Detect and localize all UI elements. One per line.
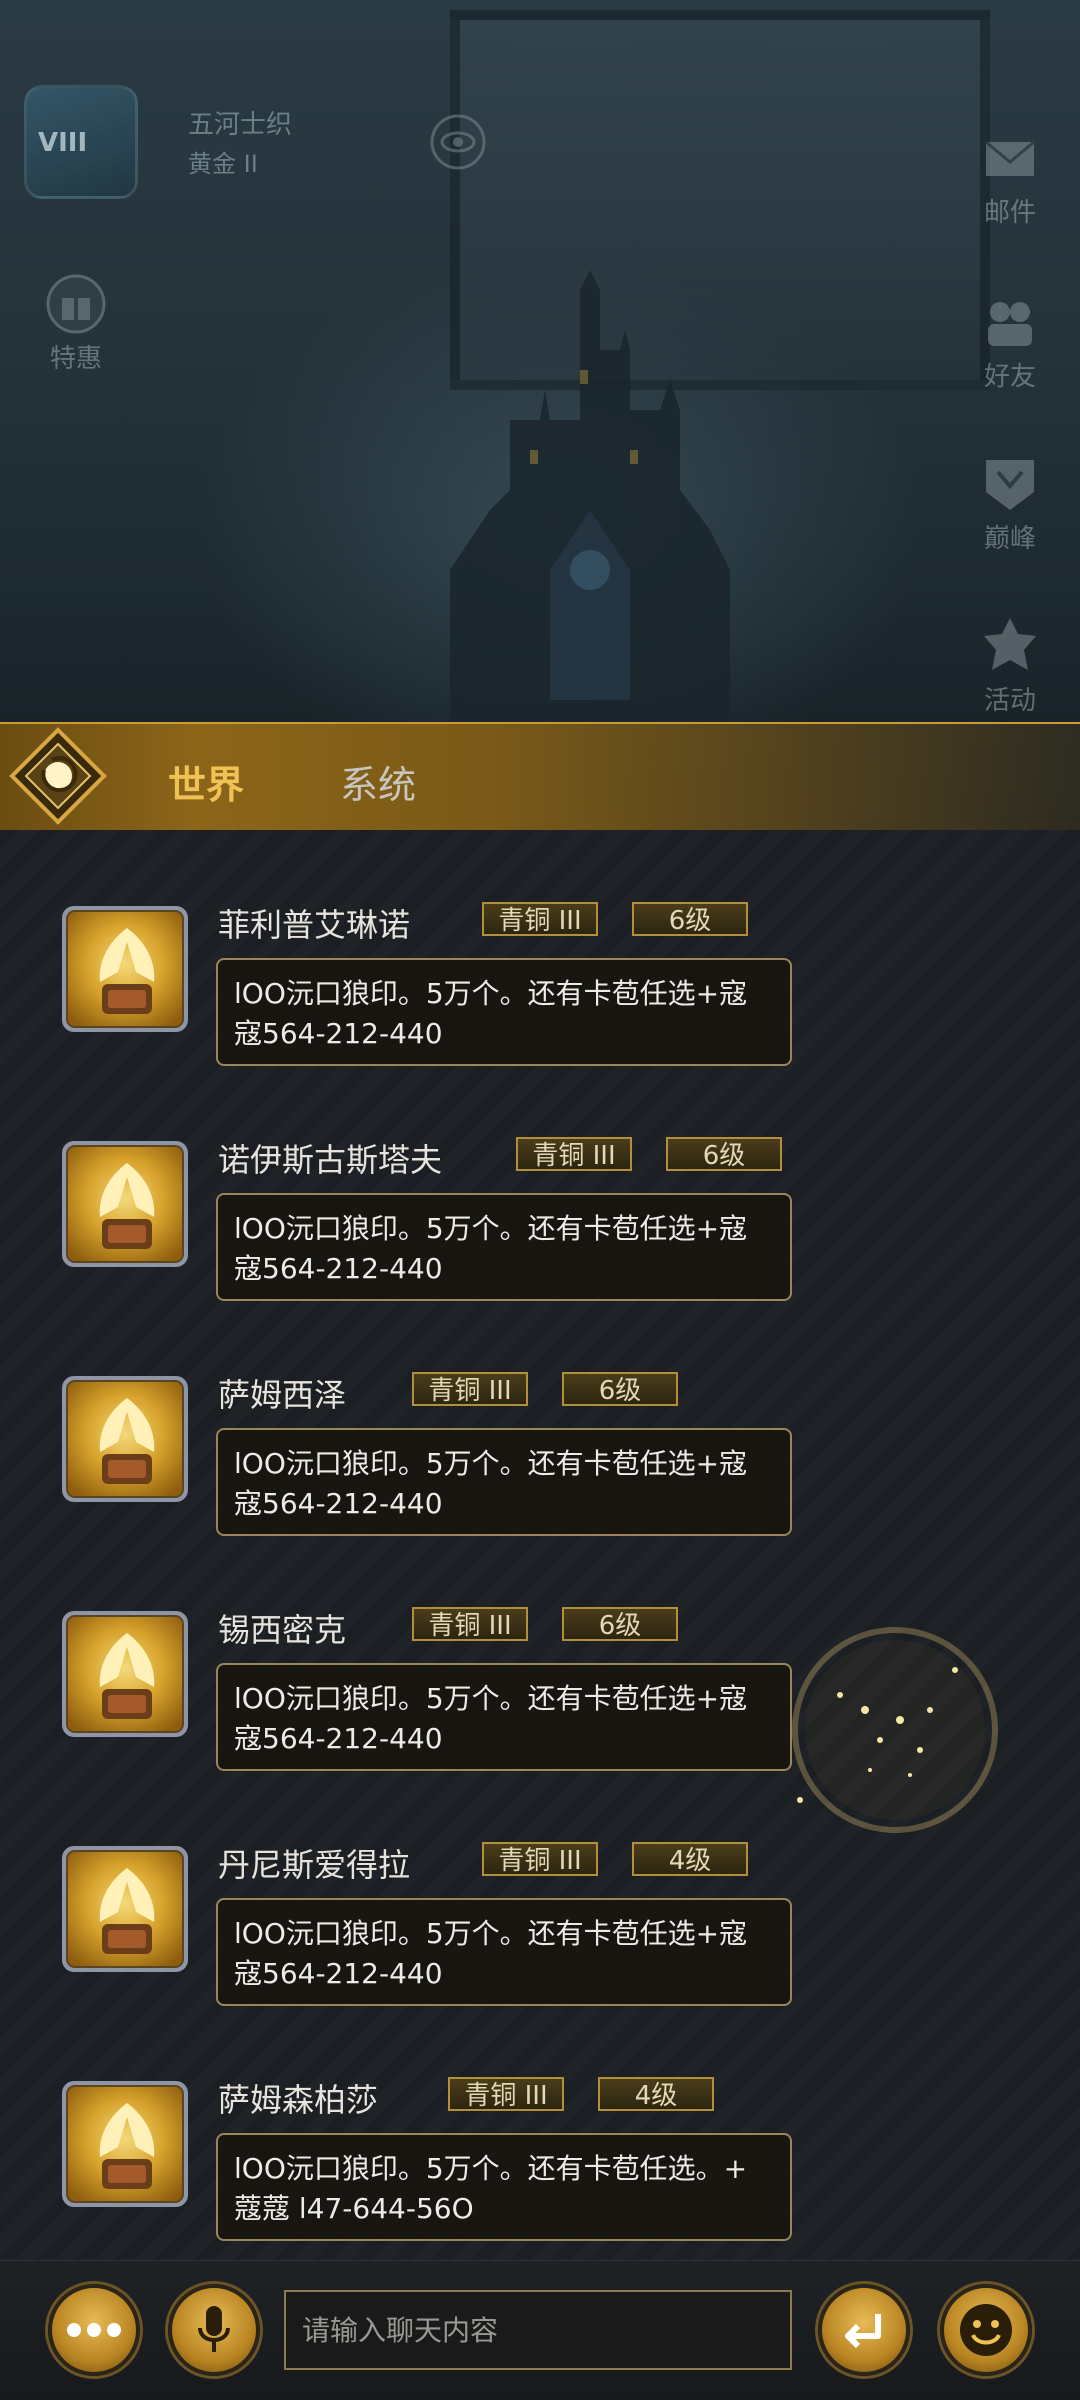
side-button-mail[interactable]: 邮件 [960,126,1060,236]
sender-avatar[interactable] [62,1376,188,1502]
chat-message: 菲利普艾琳诺 青铜 III 6级 lOO沅口狼印。5万个。还有卡苞任选+寇 寇5… [0,860,1080,1070]
sender-avatar[interactable] [62,2081,188,2207]
message-bubble: lOO沅口狼印。5万个。还有卡苞任选+寇 寇564-212-440 [216,1898,792,2006]
friends-icon [988,302,1032,346]
side-button-label: 好友 [983,362,1036,392]
level-badge: 6级 [666,1137,782,1171]
mail-icon [985,140,1035,176]
sender-avatar[interactable] [62,906,188,1032]
chat-message: 诺伊斯古斯塔夫 青铜 III 6级 lOO沅口狼印。5万个。还有卡苞任选+寇 寇… [0,1095,1080,1305]
tab-world[interactable]: 世界 [168,754,244,809]
sender-name: 锡西密克 [218,1611,347,1649]
rank-badge: 青铜 III [412,1607,528,1641]
message-bubble: lOO沅口狼印。5万个。还有卡苞任选+寇 寇564-212-440 [216,1193,792,1301]
microphone-icon [198,2306,230,2352]
peak-icon [986,460,1034,510]
sender-avatar[interactable] [62,1846,188,1972]
message-text-line: 寇564-212-440 [234,1017,443,1050]
sender-name: 菲利普艾琳诺 [218,906,411,944]
sender-name: 丹尼斯爱得拉 [218,1846,411,1884]
rank-badge: 青铜 III [412,1372,528,1406]
message-bubble: lOO沅口狼印。5万个。还有卡苞任选+寇 寇564-212-440 [216,1428,792,1536]
side-button-friends[interactable]: 好友 [960,290,1060,400]
message-text-line: lOO沅口狼印。5万个。还有卡苞任选+寇 [234,1212,748,1245]
rank-badge: 青铜 III [482,1842,598,1876]
message-text-line: lOO沅口狼印。5万个。还有卡苞任选+寇 [234,1917,748,1950]
castle-silhouette [450,270,730,770]
sender-avatar[interactable] [62,1141,188,1267]
message-bubble: lOO沅口狼印。5万个。还有卡苞任选+寇 寇564-212-440 [216,1663,792,1771]
voice-button[interactable] [168,2284,260,2376]
event-icon [984,618,1036,670]
eye-icon[interactable] [428,112,488,172]
hooded-figure-icon [99,1398,155,1484]
level-badge: 6级 [562,1607,678,1641]
level-badge: 6级 [632,902,748,936]
send-icon [845,2314,881,2349]
vip-badge-text: VIII [38,128,88,158]
message-text-line: 蔻蔻 l47-644-56O [234,2192,474,2225]
gift-icon [46,274,106,334]
hooded-figure-icon [99,1633,155,1719]
side-button-label: 特惠 [49,344,102,374]
message-text-line: lOO沅口狼印。5万个。还有卡苞任选+寇 [234,1447,748,1480]
message-text-line: lOO沅口狼印。5万个。还有卡苞任选+寇 [234,1682,748,1715]
message-text-line: 寇564-212-440 [234,1487,443,1520]
hooded-figure-icon [99,1868,155,1954]
message-text-line: 寇564-212-440 [234,1722,443,1755]
message-text-line: 寇564-212-440 [234,1957,443,1990]
channel-emblem-icon[interactable] [8,726,108,826]
chat-message: 萨姆西泽 青铜 III 6级 lOO沅口狼印。5万个。还有卡苞任选+寇 寇564… [0,1330,1080,1540]
message-text-line: lOO沅口狼印。5万个。还有卡苞任选+寇 [234,977,748,1010]
side-button-label: 活动 [983,686,1036,716]
chat-message-list[interactable]: 菲利普艾琳诺 青铜 III 6级 lOO沅口狼印。5万个。还有卡苞任选+寇 寇5… [0,830,1080,2260]
side-button-special-offer[interactable]: 特惠 [26,272,126,382]
more-button[interactable] [48,2284,140,2376]
sender-name: 萨姆西泽 [218,1376,347,1414]
hooded-figure-icon [99,2103,155,2189]
chat-screen: VIII 五河士织 黄金 II 特惠 邮件 好友 巅峰 活动 世界 系统 菲利普… [0,0,1080,2400]
chat-input-field[interactable] [284,2290,792,2370]
level-badge: 4级 [598,2077,714,2111]
message-bubble: lOO沅口狼印。5万个。还有卡苞任选。+ 蔻蔻 l47-644-56O [216,2133,792,2241]
emoji-button[interactable] [940,2284,1032,2376]
game-scene-background: VIII 五河士织 黄金 II 特惠 邮件 好友 巅峰 活动 [0,0,1080,830]
side-button-label: 邮件 [983,198,1036,228]
rank-badge: 青铜 III [448,2077,564,2111]
side-button-event[interactable]: 活动 [960,614,1060,724]
hooded-figure-icon [99,928,155,1014]
side-button-label: 巅峰 [983,524,1036,554]
tab-system[interactable]: 系统 [340,754,416,809]
chat-tab-bar [0,722,1080,832]
emoji-icon [960,2304,1012,2356]
sender-name: 诺伊斯古斯塔夫 [218,1141,443,1179]
message-text-line: lOO沅口狼印。5万个。还有卡苞任选。+ [234,2152,748,2185]
more-icon [67,2323,121,2337]
player-name: 五河士织 [188,110,293,140]
sender-name: 萨姆森柏莎 [218,2081,379,2119]
level-badge: 4级 [632,1842,748,1876]
rank-badge: 青铜 III [482,902,598,936]
player-rank: 黄金 II [188,150,258,178]
chat-message: 萨姆森柏莎 青铜 III 4级 lOO沅口狼印。5万个。还有卡苞任选。+ 蔻蔻 … [0,2035,1080,2245]
sparkle-effect [792,1627,998,1833]
rank-badge: 青铜 III [516,1137,632,1171]
level-badge: 6级 [562,1372,678,1406]
message-bubble: lOO沅口狼印。5万个。还有卡苞任选+寇 寇564-212-440 [216,958,792,1066]
send-button[interactable] [818,2284,910,2376]
message-text-line: 寇564-212-440 [234,1252,443,1285]
sender-avatar[interactable] [62,1611,188,1737]
hooded-figure-icon [99,1163,155,1249]
side-button-peak[interactable]: 巅峰 [960,452,1060,562]
